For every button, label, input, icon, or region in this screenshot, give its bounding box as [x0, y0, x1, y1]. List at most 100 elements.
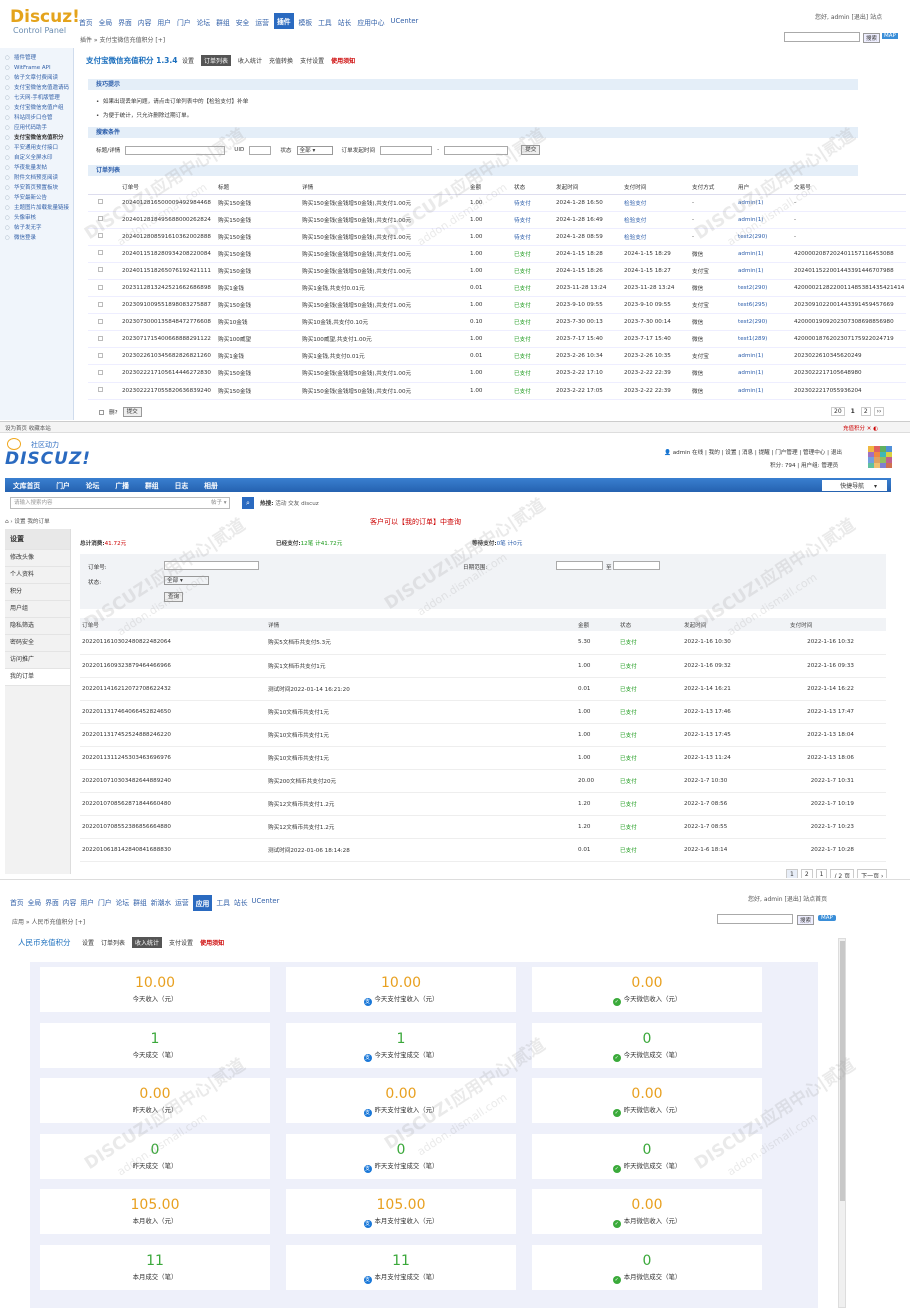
row-checkbox[interactable]	[98, 335, 103, 341]
page-link[interactable]: 2	[800, 869, 813, 878]
admin-search-button[interactable]: 搜索	[863, 33, 881, 43]
sidebar-item[interactable]: 积分	[5, 584, 70, 601]
main-nav-item[interactable]: 论坛	[78, 480, 108, 490]
select-all-checkbox[interactable]	[99, 409, 104, 415]
hot-search-items[interactable]: 活动 交友 discuz	[275, 501, 319, 507]
admin-search-input[interactable]	[784, 32, 860, 42]
nav-item[interactable]: 工具	[317, 15, 333, 29]
sidebar-item[interactable]: ○ 支付宝微信充值邀请码	[0, 83, 73, 93]
map-button[interactable]: MAP	[882, 33, 898, 39]
order-no-input[interactable]	[164, 561, 259, 570]
search-type-select[interactable]: 帖子 ▾	[211, 498, 227, 508]
nav-item[interactable]: 群组	[133, 897, 147, 911]
cell[interactable]: admin(1)	[738, 211, 794, 229]
nav-item[interactable]: 论坛	[196, 15, 212, 29]
row-checkbox[interactable]	[98, 250, 103, 256]
main-nav-item[interactable]: 门户	[48, 480, 78, 490]
nav-item[interactable]: 用户	[156, 15, 172, 29]
row-checkbox[interactable]	[98, 284, 103, 290]
tab[interactable]: 订单列表	[201, 55, 232, 66]
main-nav-item[interactable]: 文库首页	[5, 480, 48, 490]
row-checkbox[interactable]	[98, 369, 103, 375]
uid-input[interactable]	[249, 145, 272, 155]
sidebar-item[interactable]: ○ 应用代码助手	[0, 123, 73, 133]
sidebar-item[interactable]: ○ 支付宝微信充值户组	[0, 103, 73, 113]
tab[interactable]: 收入统计	[238, 56, 262, 65]
nav-item[interactable]: 站长	[337, 15, 353, 29]
sidebar-item[interactable]: ○ 自定义全屏水印	[0, 153, 73, 163]
nav-item[interactable]: 运营	[254, 15, 270, 29]
nav-item[interactable]: 站长	[234, 897, 248, 911]
discuz-logo[interactable]: 社区动力 DISCUZ!	[5, 438, 91, 468]
cell[interactable]: 检验支付	[624, 194, 692, 212]
sidebar-item[interactable]: 密码安全	[5, 635, 70, 652]
search-button[interactable]: ⌕	[242, 497, 254, 509]
main-nav-item[interactable]: 日志	[167, 480, 197, 490]
tab[interactable]: 使用须知	[331, 56, 355, 65]
row-checkbox[interactable]	[98, 216, 103, 222]
sidebar-item[interactable]: 个人资料	[5, 567, 70, 584]
tab[interactable]: 订单列表	[101, 938, 125, 947]
page-link[interactable]: / 2 页	[830, 869, 855, 878]
sidebar-item[interactable]: ○ 华安首页预置板块	[0, 183, 73, 193]
row-checkbox[interactable]	[98, 352, 103, 358]
sidebar-item[interactable]: ○ WitFrame API	[0, 63, 73, 73]
avatar[interactable]	[868, 446, 892, 468]
cell[interactable]: 检验支付	[624, 211, 692, 229]
cell[interactable]: 检验支付	[624, 228, 692, 246]
nav-item[interactable]: UCenter	[390, 15, 420, 29]
sidebar-item[interactable]: 修改头像	[5, 550, 70, 567]
nav-item[interactable]: 群组	[215, 15, 231, 29]
sidebar-item[interactable]: ○ 附件文档预览阅读	[0, 173, 73, 183]
cell[interactable]: admin(1)	[738, 347, 794, 366]
page-link[interactable]: 20	[831, 407, 845, 416]
main-nav-item[interactable]: 广播	[107, 480, 137, 490]
tab[interactable]: 设置	[82, 938, 94, 947]
sidebar-item[interactable]: ○ 头像审核	[0, 213, 73, 223]
admin-search-input[interactable]	[717, 914, 793, 924]
user-menu[interactable]: 👤 admin 在线 | 我的 | 设置 | 消息 | 提醒 | 门户管理 | …	[664, 448, 842, 456]
cell[interactable]: admin(1)	[738, 245, 794, 263]
main-nav-item[interactable]: 相册	[196, 480, 226, 490]
nav-item[interactable]: 首页	[78, 15, 94, 29]
set-homepage-link[interactable]: 设为首页 收藏本站	[5, 424, 51, 432]
sidebar-item[interactable]: ○ 微信登录	[0, 233, 73, 243]
tab[interactable]: 充值转换	[269, 56, 293, 65]
recharge-link[interactable]: 充值积分 ✕ ◐	[843, 424, 878, 432]
tab[interactable]: 设置	[182, 56, 194, 65]
sidebar-item[interactable]: 用户组	[5, 601, 70, 618]
nav-item[interactable]: 界面	[117, 15, 133, 29]
admin-user-info[interactable]: 您好, admin [退出] 站点	[815, 12, 882, 21]
row-checkbox[interactable]	[98, 267, 103, 273]
nav-item[interactable]: 模板	[298, 15, 314, 29]
page-link[interactable]: 1	[847, 407, 858, 416]
nav-item[interactable]: 用户	[80, 897, 94, 911]
page-link[interactable]: 1	[815, 869, 828, 878]
home-icon[interactable]: ⌂	[5, 519, 9, 525]
sidebar-item[interactable]: ○ 平安通用支付接口	[0, 143, 73, 153]
status-select[interactable]: 全部 ▾	[164, 576, 209, 585]
sidebar-item[interactable]: 我的订单	[5, 669, 70, 686]
nav-item[interactable]: UCenter	[252, 897, 280, 911]
tab[interactable]: 支付设置	[169, 938, 193, 947]
nav-item[interactable]: 全局	[28, 897, 42, 911]
user-credits[interactable]: 积分: 794 | 用户组: 管理员	[770, 461, 838, 469]
sidebar-item[interactable]: ○ 帖子文章付费阅读	[0, 73, 73, 83]
cell[interactable]: admin(1)	[738, 364, 794, 383]
nav-item[interactable]: 应用中心	[356, 15, 385, 29]
nav-item[interactable]: 门户	[98, 897, 112, 911]
sidebar-item[interactable]: ○ 支付宝微信充值积分	[0, 133, 73, 143]
nav-item[interactable]: 插件	[273, 13, 294, 29]
cell[interactable]: test2(290)	[738, 228, 794, 246]
page-link[interactable]: 下一页 ›	[857, 869, 888, 878]
time-start-input[interactable]	[380, 145, 433, 155]
nav-item[interactable]: 工具	[216, 897, 230, 911]
tab[interactable]: 使用须知	[200, 938, 224, 947]
sidebar-item[interactable]: 访问推广	[5, 652, 70, 669]
page-link[interactable]: 2	[860, 407, 871, 416]
nav-item[interactable]: 应用	[192, 895, 213, 911]
cell[interactable]: test2(290)	[738, 279, 794, 298]
nav-item[interactable]: 内容	[137, 15, 153, 29]
quick-nav-button[interactable]: 快捷导航 ▾	[822, 480, 887, 491]
sidebar-item[interactable]: 隐私筛选	[5, 618, 70, 635]
